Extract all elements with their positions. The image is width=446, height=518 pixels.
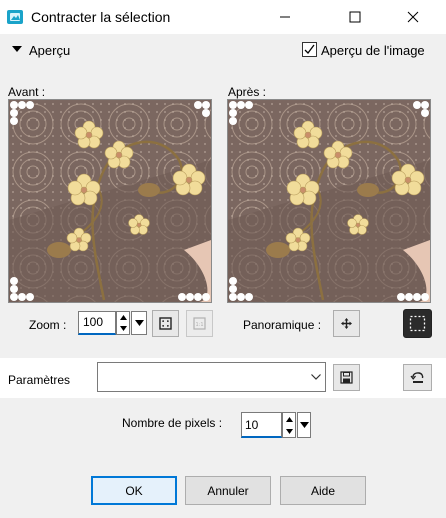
reset-icon <box>409 371 423 383</box>
zoom-fit-icon <box>159 317 172 330</box>
pixel-count-input[interactable]: 10 <box>241 412 282 438</box>
spin-down-icon[interactable] <box>117 323 129 334</box>
pan-button[interactable] <box>333 310 360 337</box>
help-button[interactable]: Aide <box>280 476 366 505</box>
move-icon <box>341 318 352 329</box>
zoom-input[interactable]: 100 <box>78 311 116 335</box>
close-button[interactable] <box>390 2 436 32</box>
maximize-button[interactable] <box>332 2 378 32</box>
pixel-count-label: Nombre de pixels : <box>122 416 223 430</box>
minimize-icon <box>280 16 290 18</box>
reset-defaults-button[interactable] <box>403 364 432 391</box>
after-label: Après : <box>228 85 267 99</box>
image-preview-label[interactable]: Aperçu de l'image <box>321 43 425 58</box>
before-label: Avant : <box>8 85 46 99</box>
zoom-actual-size-button[interactable]: 1:1 <box>186 310 213 337</box>
chevron-down-icon <box>134 320 144 326</box>
show-selection-button[interactable] <box>403 309 432 338</box>
cancel-button[interactable]: Annuler <box>185 476 271 505</box>
pixel-count-spinner[interactable] <box>282 412 296 438</box>
save-preset-button[interactable] <box>333 364 360 391</box>
spin-up-icon[interactable] <box>283 413 295 425</box>
maximize-icon <box>349 11 361 23</box>
close-icon <box>407 11 419 23</box>
pixel-count-dropdown-button[interactable] <box>297 412 311 438</box>
zoom-dropdown-button[interactable] <box>131 311 147 335</box>
minimize-button[interactable] <box>262 2 308 32</box>
preview-toggle-label[interactable]: Aperçu <box>29 43 70 58</box>
after-preview-image[interactable] <box>227 99 431 303</box>
spin-down-icon[interactable] <box>283 425 295 437</box>
checkmark-icon <box>304 44 315 54</box>
actual-size-icon: 1:1 <box>193 317 206 330</box>
chevron-down-icon[interactable] <box>12 46 22 52</box>
selection-marquee-icon <box>409 315 426 332</box>
pan-label: Panoramique : <box>243 318 322 332</box>
zoom-label: Zoom : <box>29 318 67 332</box>
save-icon <box>340 371 353 384</box>
zoom-spinner[interactable] <box>116 311 130 335</box>
window-title: Contracter la sélection <box>31 9 171 25</box>
svg-text:1:1: 1:1 <box>195 322 203 328</box>
chevron-down-icon <box>299 422 309 428</box>
presets-combo[interactable] <box>97 362 326 392</box>
before-preview-image[interactable] <box>8 99 212 303</box>
presets-label: Paramètres <box>8 373 71 387</box>
chevron-down-icon[interactable] <box>307 363 325 391</box>
zoom-fit-button[interactable] <box>152 310 179 337</box>
spin-up-icon[interactable] <box>117 312 129 323</box>
paint-app-icon <box>6 8 24 26</box>
image-preview-checkbox[interactable] <box>302 42 317 57</box>
ok-button[interactable]: OK <box>91 476 177 505</box>
